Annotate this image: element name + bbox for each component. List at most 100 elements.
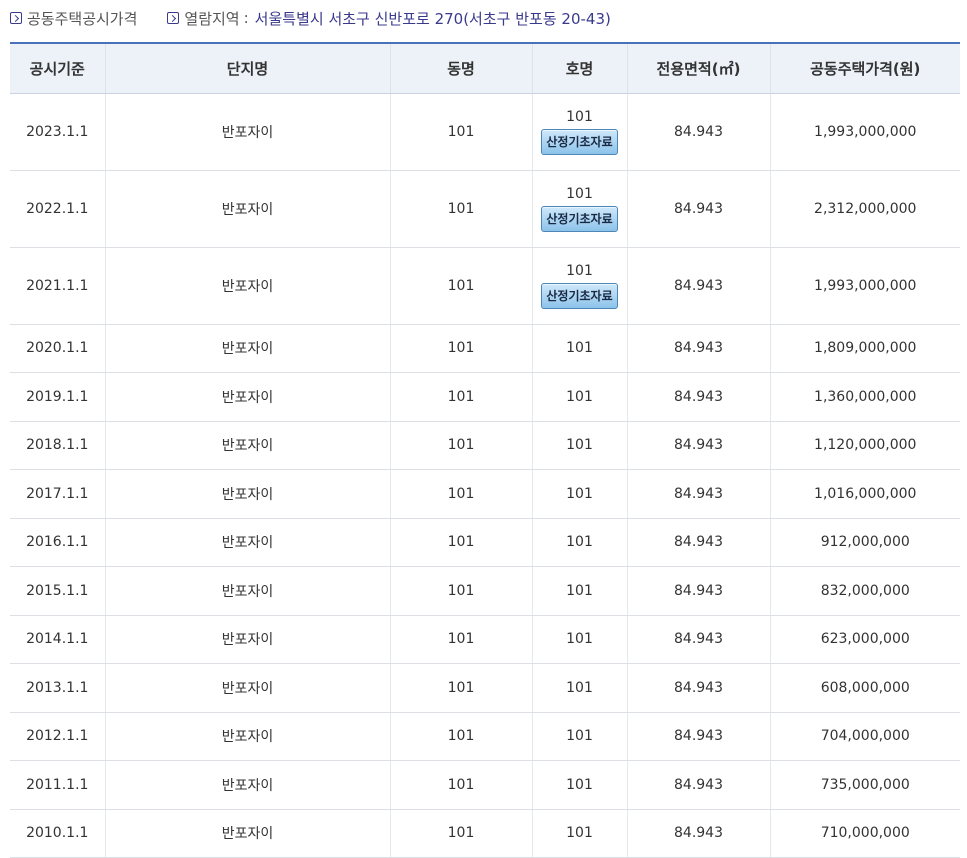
apartment-price-table: 공시기준 단지명 동명 호명 전용면적(㎡) 공동주택가격(원) 2023.1.…	[10, 42, 960, 858]
cell-ho: 101	[531, 469, 628, 519]
cell-area: 84.943	[626, 760, 771, 810]
cell-price: 1,993,000,000	[769, 247, 960, 325]
cell-area: 84.943	[626, 566, 771, 616]
table-row: 2012.1.1 반포자이 101 101 84.943 704,000,000	[10, 712, 960, 761]
header-ho: 호명	[531, 42, 628, 94]
header-complex-name: 단지명	[104, 42, 391, 94]
header-base-date: 공시기준	[10, 42, 106, 94]
table-row: 2019.1.1 반포자이 101 101 84.943 1,360,000,000	[10, 372, 960, 422]
cell-complex-name: 반포자이	[104, 663, 391, 713]
breadcrumb-section-label: 공동주택공시가격	[27, 9, 138, 28]
cell-complex-name: 반포자이	[104, 324, 391, 373]
cell-base-date: 2012.1.1	[10, 712, 106, 761]
cell-complex-name: 반포자이	[104, 372, 391, 422]
cell-base-date: 2016.1.1	[10, 518, 106, 567]
cell-base-date: 2015.1.1	[10, 566, 106, 616]
cell-base-date: 2021.1.1	[10, 247, 106, 325]
table-row: 2015.1.1 반포자이 101 101 84.943 832,000,000	[10, 566, 960, 616]
cell-ho: 101 산정기초자료	[531, 93, 628, 171]
cell-complex-name: 반포자이	[104, 615, 391, 664]
cell-ho-content: 101 산정기초자료	[533, 108, 627, 155]
basis-data-button[interactable]: 산정기초자료	[541, 283, 618, 309]
cell-price: 608,000,000	[769, 663, 960, 713]
cell-area: 84.943	[626, 93, 771, 171]
table-row: 2022.1.1 반포자이 101 101 산정기초자료 84.943 2,312,000,…	[10, 170, 960, 248]
cell-ho-content: 101 산정기초자료	[533, 262, 627, 309]
cell-dong: 101	[389, 170, 533, 248]
cell-ho: 101	[531, 760, 628, 810]
cell-dong: 101	[389, 809, 533, 858]
cell-base-date: 2010.1.1	[10, 809, 106, 858]
table-row: 2023.1.1 반포자이 101 101 산정기초자료 84.943 1,993,000,…	[10, 93, 960, 171]
cell-base-date: 2020.1.1	[10, 324, 106, 373]
breadcrumb-address: 서울특별시 서초구 신반포로 270(서초구 반포동 20-43)	[254, 9, 611, 28]
chevron-right-box-icon	[167, 12, 180, 24]
cell-price: 710,000,000	[769, 809, 960, 858]
cell-price: 912,000,000	[769, 518, 960, 567]
cell-ho-number: 101	[566, 109, 593, 125]
cell-base-date: 2022.1.1	[10, 170, 106, 248]
breadcrumb-separator: :	[243, 9, 249, 27]
cell-area: 84.943	[626, 421, 771, 470]
cell-area: 84.943	[626, 469, 771, 519]
cell-ho: 101 산정기초자료	[531, 170, 628, 248]
cell-dong: 101	[389, 518, 533, 567]
cell-ho: 101	[531, 712, 628, 761]
chevron-right-box-icon	[10, 12, 22, 24]
cell-area: 84.943	[626, 663, 771, 713]
table-row: 2011.1.1 반포자이 101 101 84.943 735,000,000	[10, 760, 960, 810]
basis-data-button[interactable]: 산정기초자료	[541, 129, 618, 155]
header-price: 공동주택가격(원)	[769, 42, 960, 94]
cell-dong: 101	[389, 663, 533, 713]
cell-area: 84.943	[626, 372, 771, 422]
cell-area: 84.943	[626, 809, 771, 858]
cell-base-date: 2019.1.1	[10, 372, 106, 422]
table-row: 2016.1.1 반포자이 101 101 84.943 912,000,000	[10, 518, 960, 567]
cell-complex-name: 반포자이	[104, 809, 391, 858]
cell-price: 623,000,000	[769, 615, 960, 664]
cell-base-date: 2023.1.1	[10, 93, 106, 171]
header-dong: 동명	[389, 42, 533, 94]
cell-ho-number: 101	[566, 263, 593, 279]
cell-base-date: 2011.1.1	[10, 760, 106, 810]
cell-complex-name: 반포자이	[104, 469, 391, 519]
cell-dong: 101	[389, 615, 533, 664]
cell-ho-content: 101 산정기초자료	[533, 185, 627, 232]
cell-dong: 101	[389, 247, 533, 325]
table-header-row: 공시기준 단지명 동명 호명 전용면적(㎡) 공동주택가격(원)	[10, 42, 960, 94]
table-row: 2014.1.1 반포자이 101 101 84.943 623,000,000	[10, 615, 960, 664]
cell-area: 84.943	[626, 712, 771, 761]
cell-price: 1,016,000,000	[769, 469, 960, 519]
cell-area: 84.943	[626, 615, 771, 664]
cell-dong: 101	[389, 469, 533, 519]
cell-complex-name: 반포자이	[104, 170, 391, 248]
cell-area: 84.943	[626, 247, 771, 325]
cell-area: 84.943	[626, 518, 771, 567]
cell-base-date: 2017.1.1	[10, 469, 106, 519]
cell-price: 1,993,000,000	[769, 93, 960, 171]
cell-dong: 101	[389, 566, 533, 616]
cell-complex-name: 반포자이	[104, 712, 391, 761]
table-row: 2021.1.1 반포자이 101 101 산정기초자료 84.943 1,993,000,…	[10, 247, 960, 325]
cell-ho: 101	[531, 615, 628, 664]
cell-complex-name: 반포자이	[104, 566, 391, 616]
table-row: 2017.1.1 반포자이 101 101 84.943 1,016,000,000	[10, 469, 960, 519]
cell-dong: 101	[389, 324, 533, 373]
cell-dong: 101	[389, 372, 533, 422]
breadcrumb-region-label: 열람지역	[184, 9, 240, 28]
cell-base-date: 2013.1.1	[10, 663, 106, 713]
cell-ho: 101	[531, 421, 628, 470]
breadcrumb-region: 열람지역 : 서울특별시 서초구 신반포로 270(서초구 반포동 20-43)	[167, 8, 611, 29]
cell-price: 2,312,000,000	[769, 170, 960, 248]
cell-complex-name: 반포자이	[104, 421, 391, 470]
cell-ho-number: 101	[566, 186, 593, 202]
cell-ho: 101 산정기초자료	[531, 247, 628, 325]
table-row: 2013.1.1 반포자이 101 101 84.943 608,000,000	[10, 663, 960, 713]
breadcrumb-section[interactable]: 공동주택공시가격	[10, 8, 137, 29]
basis-data-button[interactable]: 산정기초자료	[541, 206, 618, 232]
cell-area: 84.943	[626, 170, 771, 248]
cell-ho: 101	[531, 372, 628, 422]
table-row: 2020.1.1 반포자이 101 101 84.943 1,809,000,000	[10, 324, 960, 373]
cell-complex-name: 반포자이	[104, 518, 391, 567]
table-body: 2023.1.1 반포자이 101 101 산정기초자료 84.943 1,993,000,…	[10, 93, 960, 858]
